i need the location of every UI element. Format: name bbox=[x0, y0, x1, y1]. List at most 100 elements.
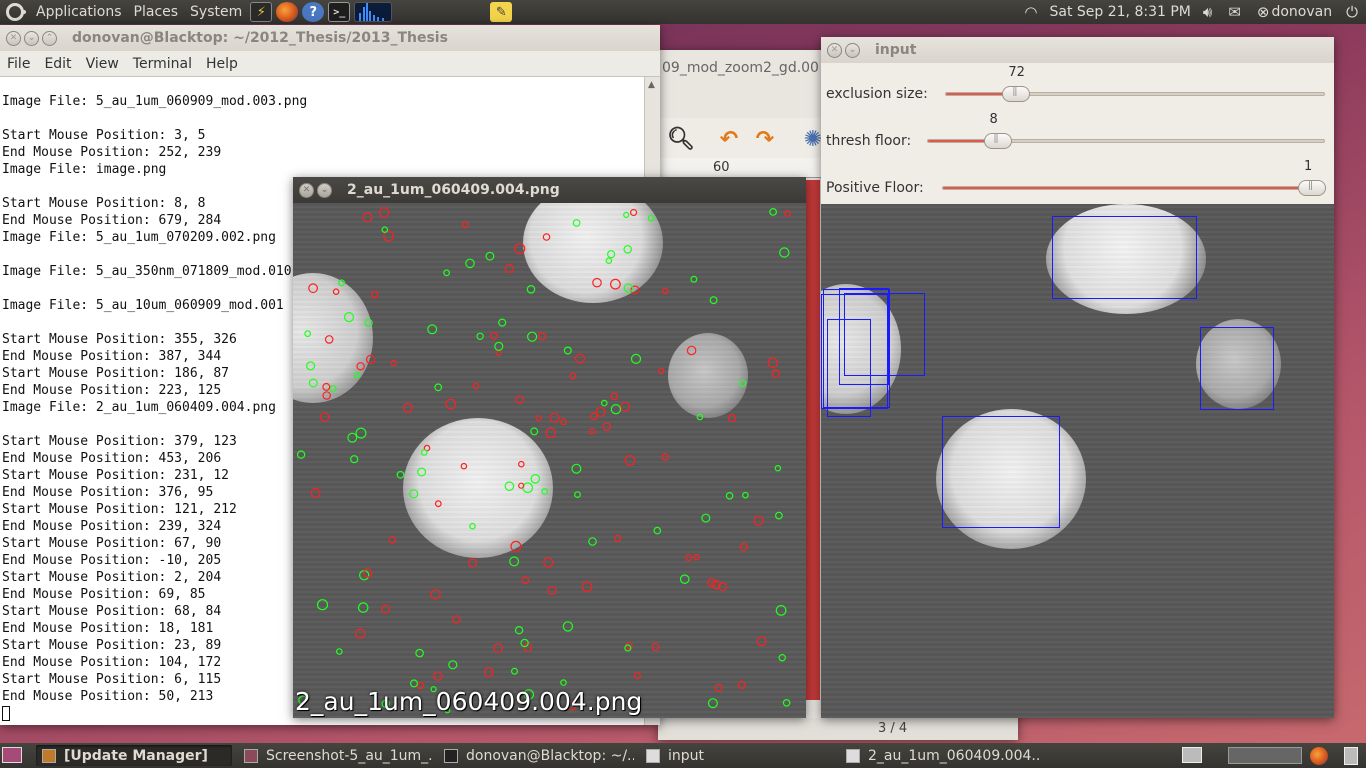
slider-track[interactable]: 1 bbox=[942, 159, 1326, 196]
thresh-floor-slider: thresh floor: 8 bbox=[821, 112, 1334, 166]
wifi-icon[interactable]: ◠ bbox=[1024, 3, 1037, 21]
detection-marker bbox=[526, 285, 536, 294]
workspace-switcher[interactable] bbox=[1228, 747, 1302, 764]
workspace-switcher[interactable] bbox=[1182, 747, 1202, 763]
minimize-icon[interactable]: ⌄ bbox=[845, 42, 860, 58]
close-icon[interactable]: ✕ bbox=[6, 30, 21, 46]
user-name[interactable]: donovan bbox=[1271, 4, 1338, 20]
detection-marker bbox=[324, 335, 334, 344]
particle-image-window: ✕ ⌄ 2_au_1um_060409.004.png 2_au_1um_060… bbox=[293, 177, 806, 718]
terminal-titlebar[interactable]: ✕ ⌄ ⌃ donovan@Blacktop: ~/2012_Thesis/20… bbox=[0, 25, 660, 51]
detection-marker bbox=[620, 401, 631, 412]
detection-marker bbox=[574, 353, 586, 364]
power-icon[interactable]: ⏻ bbox=[1346, 3, 1358, 21]
terminal-icon[interactable]: >_ bbox=[328, 2, 351, 22]
task-screenshot[interactable]: Screenshot-5_au_1um_... bbox=[238, 745, 434, 766]
detection-marker bbox=[322, 391, 332, 400]
particle-title: 2_au_1um_060409.004.png bbox=[347, 182, 560, 198]
slider-track[interactable]: 72 bbox=[945, 65, 1325, 102]
detection-overlay bbox=[296, 207, 791, 714]
volume-icon[interactable]: 🔊︎ bbox=[1203, 3, 1212, 21]
detection-marker bbox=[357, 602, 369, 613]
detection-marker bbox=[308, 283, 319, 294]
maximize-icon[interactable]: ⌃ bbox=[42, 30, 57, 46]
detection-marker bbox=[630, 353, 642, 364]
input-image-canvas[interactable] bbox=[821, 204, 1334, 718]
zoom-icon[interactable]: 🔍︎ bbox=[666, 124, 696, 154]
detection-marker bbox=[329, 385, 337, 393]
task-input[interactable]: input bbox=[640, 745, 836, 766]
detection-marker bbox=[388, 536, 397, 544]
detection-marker bbox=[355, 427, 367, 439]
slider-thumb[interactable] bbox=[1002, 86, 1031, 102]
sysmon-graph-icon[interactable] bbox=[354, 2, 393, 22]
terminal-line: Image File: 5_au_1um_060909_mod.003.png bbox=[2, 94, 308, 109]
detection-marker bbox=[535, 415, 542, 422]
task-particle-image[interactable]: 2_au_1um_060409.004.... bbox=[840, 745, 1040, 766]
detection-marker bbox=[686, 345, 697, 356]
terminal-line: Start Mouse Position: 3, 5 bbox=[2, 128, 206, 143]
task-label: donovan@Blacktop: ~/... bbox=[466, 747, 634, 764]
places-menu[interactable]: Places bbox=[128, 4, 185, 20]
firefox-icon[interactable] bbox=[1310, 747, 1328, 765]
detection-marker bbox=[775, 511, 783, 520]
detection-marker bbox=[434, 500, 442, 508]
detection-marker bbox=[775, 605, 787, 616]
detection-marker bbox=[530, 427, 539, 436]
system-monitor-icon[interactable]: ⚡ bbox=[250, 2, 273, 22]
close-icon[interactable]: ✕ bbox=[827, 42, 842, 58]
detection-marker bbox=[690, 275, 698, 283]
detection-marker bbox=[709, 296, 718, 305]
applications-menu[interactable]: Applications bbox=[30, 4, 128, 20]
detection-marker bbox=[651, 643, 660, 652]
detection-marker bbox=[784, 210, 791, 217]
detection-marker bbox=[465, 258, 475, 269]
input-titlebar[interactable]: ✕ ⌄ input bbox=[821, 37, 1334, 63]
menu-view[interactable]: View bbox=[79, 56, 126, 72]
close-icon[interactable]: ✕ bbox=[299, 182, 314, 198]
menu-edit[interactable]: Edit bbox=[37, 56, 78, 72]
task-terminal[interactable]: donovan@Blacktop: ~/... bbox=[438, 745, 634, 766]
slider-thumb[interactable] bbox=[1298, 180, 1326, 196]
clock[interactable]: Sat Sep 21, 8:31 PM bbox=[1046, 4, 1195, 20]
detection-marker bbox=[420, 449, 428, 456]
help-icon[interactable]: ? bbox=[302, 2, 325, 22]
detection-marker bbox=[493, 643, 504, 654]
ubuntu-logo-icon[interactable] bbox=[6, 3, 26, 21]
detection-marker bbox=[355, 628, 366, 639]
mail-icon[interactable]: ✉ bbox=[1228, 3, 1241, 21]
slider-thumb[interactable] bbox=[983, 133, 1012, 149]
particle-titlebar[interactable]: ✕ ⌄ 2_au_1um_060409.004.png bbox=[293, 177, 806, 203]
detection-marker bbox=[571, 463, 582, 474]
detection-marker bbox=[485, 251, 495, 261]
trash-icon[interactable] bbox=[1344, 747, 1358, 765]
detection-marker bbox=[610, 403, 622, 415]
detection-marker bbox=[347, 432, 358, 443]
detection-marker bbox=[518, 460, 525, 468]
detection-marker bbox=[767, 357, 779, 369]
rotate-right-icon[interactable]: ↷ bbox=[750, 124, 780, 154]
user-icon[interactable]: ⊗ bbox=[1257, 3, 1270, 21]
task-update-manager[interactable]: [Update Manager] bbox=[36, 745, 232, 766]
show-desktop-icon[interactable] bbox=[2, 747, 22, 763]
viewer-canvas bbox=[806, 180, 820, 700]
menu-file[interactable]: File bbox=[0, 56, 37, 72]
rotate-left-icon[interactable]: ↶ bbox=[714, 124, 744, 154]
detection-marker bbox=[661, 453, 669, 461]
detection-marker bbox=[390, 359, 397, 367]
detection-marker bbox=[658, 367, 665, 375]
detection-marker bbox=[509, 556, 520, 567]
input-title: input bbox=[875, 42, 917, 58]
minimize-icon[interactable]: ⌄ bbox=[317, 182, 332, 198]
notes-icon[interactable]: ✎ bbox=[490, 2, 513, 22]
afm-image-canvas[interactable]: 2_au_1um_060409.004.png bbox=[293, 203, 806, 718]
minimize-icon[interactable]: ⌄ bbox=[24, 30, 39, 46]
menu-help[interactable]: Help bbox=[199, 56, 245, 72]
system-menu[interactable]: System bbox=[184, 4, 248, 20]
menu-terminal[interactable]: Terminal bbox=[126, 56, 199, 72]
slider-track[interactable]: 8 bbox=[927, 112, 1325, 149]
detection-marker bbox=[623, 244, 633, 254]
detection-marker bbox=[756, 636, 767, 647]
firefox-icon[interactable] bbox=[276, 2, 299, 22]
